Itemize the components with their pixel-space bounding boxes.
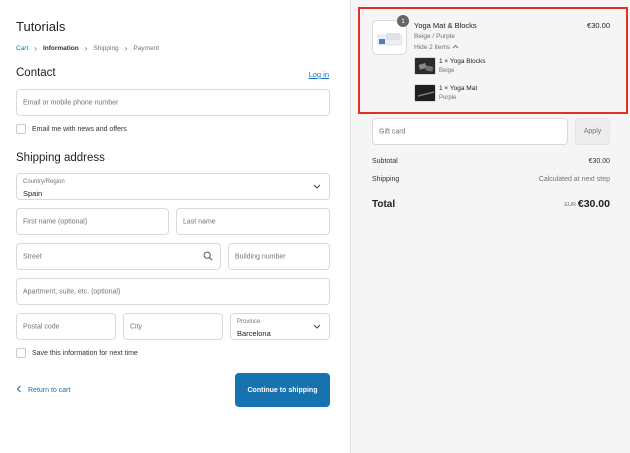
search-icon[interactable] bbox=[203, 251, 213, 263]
breadcrumb-shipping: Shipping bbox=[93, 45, 119, 52]
chevron-right-icon: › bbox=[84, 44, 88, 53]
checkout-form-panel: Tutorials Cart › Information › Shipping … bbox=[0, 0, 350, 453]
gift-card-placeholder: Gift card bbox=[379, 128, 406, 135]
order-summary-panel: 1 Yoga Mat & Blocks Beige / Purple Hide … bbox=[350, 0, 630, 453]
continue-to-shipping-button[interactable]: Continue to shipping bbox=[235, 373, 330, 407]
province-value: Barcelona bbox=[237, 329, 271, 338]
total-label: Total bbox=[372, 199, 396, 210]
breadcrumb: Cart › Information › Shipping › Payment bbox=[16, 44, 159, 53]
save-info-checkbox[interactable] bbox=[16, 348, 26, 358]
first-name-field[interactable]: First name (optional) bbox=[16, 208, 169, 235]
chevron-down-icon bbox=[313, 182, 321, 191]
email-placeholder: Email or mobile phone number bbox=[23, 99, 119, 106]
postal-code-field[interactable]: Postal code bbox=[16, 313, 116, 340]
city-placeholder: City bbox=[130, 323, 143, 330]
chevron-right-icon: › bbox=[34, 44, 37, 53]
product-price: €30.00 bbox=[587, 21, 610, 30]
shipping-address-heading: Shipping address bbox=[16, 152, 105, 164]
subtotal-label: Subtotal bbox=[372, 158, 398, 165]
building-number-placeholder: Building number bbox=[235, 253, 286, 260]
sub-item-name: 1 × Yoga Blocks bbox=[439, 58, 486, 65]
hide-items-label: Hide 2 items bbox=[414, 44, 451, 51]
apply-button[interactable]: Apply bbox=[575, 118, 610, 145]
last-name-field[interactable]: Last name bbox=[176, 208, 330, 235]
last-name-placeholder: Last name bbox=[183, 218, 216, 225]
sub-item-name: 1 × Yoga Mat bbox=[439, 85, 478, 92]
newsletter-checkbox[interactable] bbox=[16, 124, 26, 134]
chevron-right-icon: › bbox=[124, 44, 128, 53]
chevron-down-icon bbox=[313, 322, 321, 331]
province-label: Province bbox=[237, 319, 261, 325]
login-link[interactable]: Log in bbox=[309, 70, 329, 79]
breadcrumb-information: Information bbox=[42, 45, 79, 52]
quantity-badge: 1 bbox=[397, 15, 409, 27]
country-label: Country/Region bbox=[23, 179, 65, 185]
chevron-left-icon bbox=[16, 385, 22, 395]
shipping-label: Shipping bbox=[372, 176, 400, 183]
subtotal-value: €30.00 bbox=[588, 158, 610, 165]
breadcrumb-cart[interactable]: Cart bbox=[16, 45, 28, 52]
total-currency: EUR bbox=[564, 202, 576, 208]
store-title[interactable]: Tutorials bbox=[16, 19, 65, 34]
sub-item-thumbnail bbox=[414, 84, 436, 102]
street-placeholder: Street bbox=[23, 253, 42, 260]
return-to-cart-label: Return to cart bbox=[28, 386, 71, 394]
breadcrumb-payment: Payment bbox=[133, 45, 160, 52]
apartment-field[interactable]: Apartment, suite, etc. (optional) bbox=[16, 278, 330, 305]
save-info-label: Save this information for next time bbox=[32, 349, 138, 357]
building-number-field[interactable]: Building number bbox=[228, 243, 330, 270]
apartment-placeholder: Apartment, suite, etc. (optional) bbox=[23, 288, 121, 295]
shipping-value: Calculated at next step bbox=[538, 176, 610, 183]
city-field[interactable]: City bbox=[123, 313, 223, 340]
country-select[interactable]: Country/Region Spain bbox=[16, 173, 330, 200]
sub-item-thumbnail bbox=[414, 57, 436, 75]
save-info-option[interactable]: Save this information for next time bbox=[16, 348, 138, 358]
sub-item-variant: Beige bbox=[439, 68, 455, 74]
chevron-up-icon bbox=[452, 44, 459, 51]
province-select[interactable]: Province Barcelona bbox=[230, 313, 330, 340]
product-name: Yoga Mat & Blocks bbox=[414, 21, 477, 30]
country-value: Spain bbox=[23, 189, 43, 198]
total-value: €30.00 bbox=[577, 198, 610, 210]
postal-code-placeholder: Postal code bbox=[23, 323, 60, 330]
return-to-cart-link[interactable]: Return to cart bbox=[16, 385, 70, 395]
newsletter-option[interactable]: Email me with news and offers bbox=[16, 124, 127, 134]
email-field[interactable]: Email or mobile phone number bbox=[16, 89, 330, 116]
product-variant: Beige / Purple bbox=[414, 33, 455, 40]
sub-item-variant: Purple bbox=[439, 95, 457, 101]
hide-items-toggle[interactable]: Hide 2 items bbox=[414, 44, 459, 51]
gift-card-field[interactable]: Gift card bbox=[372, 118, 568, 145]
newsletter-label: Email me with news and offers bbox=[32, 125, 127, 133]
contact-heading: Contact bbox=[16, 67, 56, 79]
street-field[interactable]: Street bbox=[16, 243, 221, 270]
first-name-placeholder: First name (optional) bbox=[23, 218, 88, 225]
